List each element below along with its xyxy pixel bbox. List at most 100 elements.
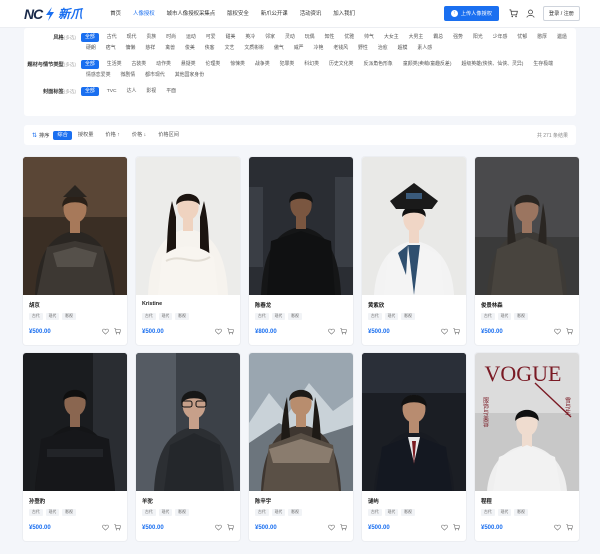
portrait-photo[interactable] (136, 353, 240, 491)
filter-option[interactable]: 文质彬彬 (239, 43, 269, 54)
filter-option[interactable]: 超级英雄(侠侠、仙侠、灵异) (456, 59, 528, 70)
filter-option[interactable]: 达人 (122, 86, 142, 97)
filter-option[interactable]: 反派角色形象 (358, 59, 397, 70)
portrait-photo[interactable] (249, 157, 353, 295)
filter-option[interactable]: 强势 (448, 32, 468, 43)
heart-icon[interactable] (328, 524, 335, 531)
portrait-card[interactable]: 陈春龙 古代 现代 影视 ¥800.00 (249, 157, 353, 345)
filter-option[interactable]: 历史文化类 (324, 59, 358, 70)
filter-option[interactable]: 大女主 (379, 32, 404, 43)
filter-option[interactable]: 玩偶 (300, 32, 320, 43)
sort-option[interactable]: 授权量 (72, 131, 100, 140)
cart-icon[interactable] (566, 524, 573, 531)
filter-option[interactable]: 贵族 (141, 32, 161, 43)
cart-icon[interactable] (227, 524, 234, 531)
heart-icon[interactable] (102, 328, 109, 335)
filter-option[interactable]: 文艺 (220, 43, 240, 54)
heart-icon[interactable] (441, 328, 448, 335)
cart-icon[interactable] (227, 328, 234, 335)
filter-option[interactable]: 都市现代 (140, 70, 170, 81)
filter-option[interactable]: 帅气 (359, 32, 379, 43)
portrait-photo[interactable] (362, 353, 466, 491)
portrait-card[interactable]: 谜屿 古代 现代 影视 ¥500.00 (362, 353, 466, 541)
upload-portrait-button[interactable]: ↑ 上传人像授权 (443, 6, 499, 21)
portrait-photo[interactable] (136, 157, 240, 295)
heart-icon[interactable] (441, 524, 448, 531)
nav-item[interactable]: 版权安全 (221, 0, 255, 28)
filter-option-all[interactable]: 全部 (81, 33, 99, 42)
sort-option[interactable]: 综合 (53, 130, 72, 140)
sort-option[interactable]: 价格 ↑ (99, 131, 125, 140)
filter-option[interactable]: 野性 (353, 43, 373, 54)
nav-item[interactable]: 城市人像授权采集点 (161, 0, 222, 28)
portrait-photo[interactable] (249, 353, 353, 491)
nav-item[interactable]: 人像授权 (127, 0, 161, 28)
filter-option[interactable]: 禽兽 (160, 43, 180, 54)
filter-option[interactable]: 其他国家身份 (170, 70, 209, 81)
portrait-card[interactable]: Kristine 古代 现代 影视 ¥500.00 (136, 157, 240, 345)
filter-option[interactable]: 战争类 (250, 59, 275, 70)
filter-option[interactable]: 科幻类 (299, 59, 324, 70)
filter-option[interactable]: 硬朗 (81, 43, 101, 54)
filter-option[interactable]: 憨厚 (532, 32, 552, 43)
filter-option[interactable]: 知性 (320, 32, 340, 43)
filter-option[interactable]: 动作类 (151, 59, 176, 70)
portrait-card[interactable]: 羊驼 古代 现代 影视 ¥500.00 (136, 353, 240, 541)
filter-option[interactable]: 大男主 (404, 32, 429, 43)
portrait-photo[interactable]: VOGUE服饰与美容 雪与生 (475, 353, 579, 491)
nav-item[interactable]: 首页 (104, 0, 127, 28)
filter-option[interactable]: 痞气 (101, 43, 121, 54)
filter-option[interactable]: 影视 (141, 86, 161, 97)
filter-option[interactable]: 情感恋爱类 (81, 70, 115, 81)
sort-option[interactable]: 价格区间 (152, 131, 185, 140)
filter-option[interactable]: TVC (102, 86, 122, 97)
cart-icon[interactable] (114, 524, 121, 531)
filter-option[interactable]: 素人感 (412, 43, 437, 54)
filter-option[interactable]: 甜美 (221, 32, 241, 43)
heart-icon[interactable] (215, 524, 222, 531)
filter-option[interactable]: 邋遢 (552, 32, 572, 43)
nav-item[interactable]: 活动资讯 (294, 0, 328, 28)
user-icon[interactable] (526, 9, 535, 18)
filter-option[interactable]: 俊美 (180, 43, 200, 54)
portrait-photo[interactable] (475, 157, 579, 295)
filter-option-all[interactable]: 全部 (81, 60, 99, 69)
filter-option[interactable]: 生存极端 (528, 59, 558, 70)
cart-icon[interactable] (340, 328, 347, 335)
filter-option[interactable]: 侠客 (200, 43, 220, 54)
filter-option[interactable]: 微剧情 (115, 70, 140, 81)
portrait-card[interactable]: 陈辛宇 古代 现代 影视 ¥500.00 (249, 353, 353, 541)
filter-option[interactable]: 惊悚类 (225, 59, 250, 70)
filter-option[interactable]: 少年感 (488, 32, 513, 43)
cart-icon[interactable] (453, 328, 460, 335)
brand-logo[interactable]: NC 新爪 (24, 5, 82, 22)
filter-option-all[interactable]: 全部 (81, 87, 99, 96)
cart-icon[interactable] (509, 9, 518, 18)
filter-option[interactable]: 治愈 (373, 43, 393, 54)
filter-option[interactable]: 现代 (122, 32, 142, 43)
filter-option[interactable]: 伦理类 (201, 59, 226, 70)
filter-option[interactable]: 阳光 (468, 32, 488, 43)
cart-icon[interactable] (453, 524, 460, 531)
filter-option[interactable]: 老钱风 (328, 43, 353, 54)
filter-option[interactable]: 时尚 (161, 32, 181, 43)
portrait-card[interactable]: 黄紫欣 古代 现代 影视 ¥500.00 (362, 157, 466, 345)
heart-icon[interactable] (554, 524, 561, 531)
filter-option[interactable]: 英冷 (240, 32, 260, 43)
filter-option[interactable]: 犯罪类 (275, 59, 300, 70)
filter-option[interactable]: 超模 (393, 43, 413, 54)
filter-option[interactable]: 优雅 (339, 32, 359, 43)
filter-option[interactable]: 冷艳 (309, 43, 329, 54)
filter-option[interactable]: 可爱 (201, 32, 221, 43)
heart-icon[interactable] (215, 328, 222, 335)
filter-option[interactable]: 古代 (102, 32, 122, 43)
sort-option[interactable]: 价格 ↓ (126, 131, 152, 140)
filter-option[interactable]: 悬疑类 (176, 59, 201, 70)
filter-option[interactable]: 慵懒 (121, 43, 141, 54)
nav-item[interactable]: 新爪公开课 (255, 0, 294, 28)
heart-icon[interactable] (102, 524, 109, 531)
filter-option[interactable]: 平面 (161, 86, 181, 97)
heart-icon[interactable] (554, 328, 561, 335)
filter-option[interactable]: 灵动 (280, 32, 300, 43)
filter-option[interactable]: 邻家 (260, 32, 280, 43)
